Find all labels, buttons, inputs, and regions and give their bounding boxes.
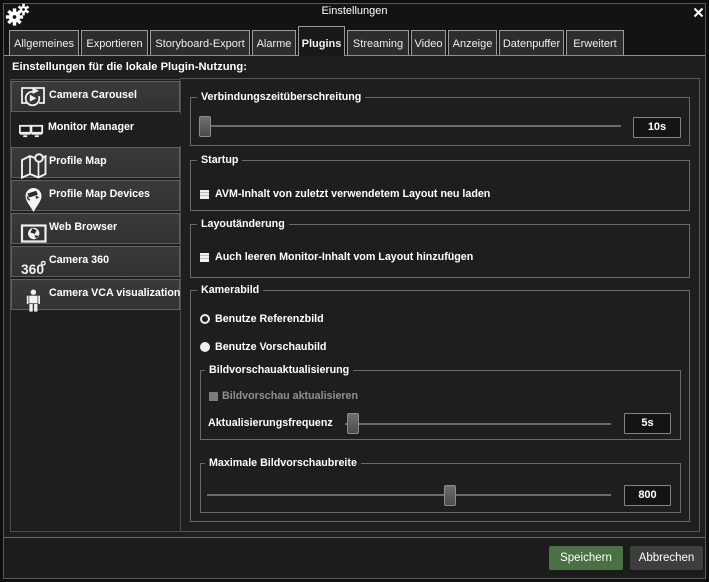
svg-text:360: 360 xyxy=(21,262,44,277)
